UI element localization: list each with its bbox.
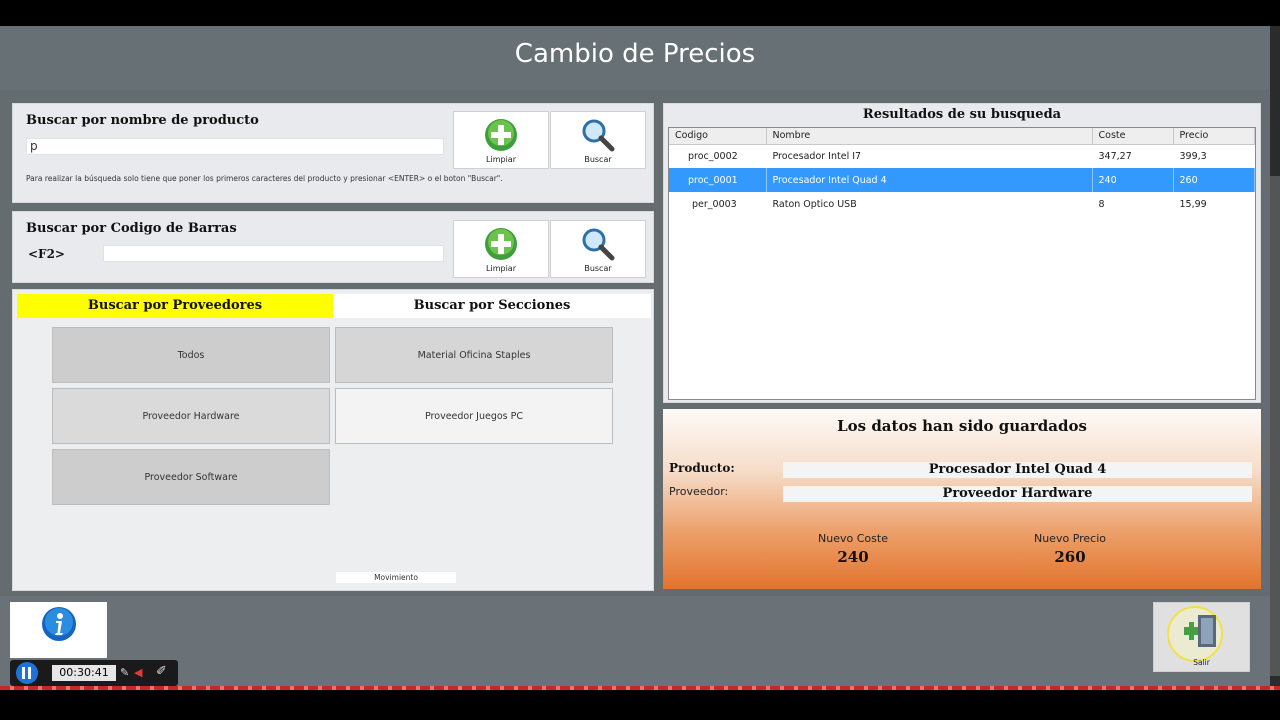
supplier-staples[interactable]: Material Oficina Staples xyxy=(335,327,613,383)
plus-icon xyxy=(485,119,517,151)
proveedor-value: Proveedor Hardware xyxy=(783,486,1252,502)
cell-nombre: Procesador Intel I7 xyxy=(772,150,862,162)
app-window: Cambio de Precios Buscar por nombre de p… xyxy=(0,26,1280,688)
col-nombre[interactable]: Nombre xyxy=(766,128,1093,145)
nuevo-precio-label: Nuevo Precio xyxy=(1033,532,1107,545)
clear-name-label: Limpiar xyxy=(486,155,516,164)
exit-button[interactable]: Salir xyxy=(1153,602,1250,672)
col-codigo[interactable]: Codigo xyxy=(669,128,767,145)
search-barcode-button[interactable]: Buscar xyxy=(550,220,646,278)
magnifier-icon xyxy=(582,119,615,152)
table-row[interactable]: per_0003 Raton Optico USB 8 15,99 xyxy=(669,192,1255,216)
supplier-hardware[interactable]: Proveedor Hardware xyxy=(52,388,330,444)
cell-coste: 347,27 xyxy=(1098,150,1132,162)
search-name-label: Buscar por nombre de producto xyxy=(26,113,259,128)
tab-secciones[interactable]: Buscar por Secciones xyxy=(333,294,651,318)
search-name-button[interactable]: Buscar xyxy=(550,111,646,169)
supplier-juegos[interactable]: Proveedor Juegos PC xyxy=(335,388,613,444)
plus-icon xyxy=(485,228,517,260)
search-barcode-panel: Buscar por Codigo de Barras <F2> Limpiar… xyxy=(12,211,654,283)
cell-codigo: proc_0002 xyxy=(688,150,738,162)
clear-barcode-label: Limpiar xyxy=(486,264,516,273)
results-title: Resultados de su busqueda xyxy=(862,107,1062,122)
tab-proveedores[interactable]: Buscar por Proveedores xyxy=(17,294,333,318)
cell-coste: 240 xyxy=(1092,168,1174,192)
nuevo-coste-value: 240 xyxy=(837,548,869,566)
speaker-mute-icon[interactable]: ◀ xyxy=(134,666,148,680)
nuevo-precio-value: 260 xyxy=(1054,548,1086,566)
screen: Cambio de Precios Buscar por nombre de p… xyxy=(0,0,1280,720)
magnifier-icon xyxy=(582,228,615,261)
filter-panel: Buscar por Proveedores Buscar por Seccio… xyxy=(12,289,654,591)
cell-precio: 260 xyxy=(1173,168,1255,192)
producto-value: Procesador Intel Quad 4 xyxy=(783,462,1252,478)
barcode-input[interactable] xyxy=(103,245,444,262)
title-bar: Cambio de Precios xyxy=(0,26,1270,90)
supplier-todos[interactable]: Todos xyxy=(52,327,330,383)
proveedor-label: Proveedor: xyxy=(669,485,729,498)
record-time: 00:30:41 xyxy=(52,665,116,681)
cell-precio: 399,3 xyxy=(1179,150,1207,162)
results-header-row: Codigo Nombre Coste Precio xyxy=(669,128,1255,145)
pause-icon xyxy=(22,667,25,679)
scrollbar-thumb[interactable] xyxy=(1270,176,1280,676)
nuevo-coste-label: Nuevo Coste xyxy=(818,532,888,545)
door-exit-icon xyxy=(1184,615,1216,647)
cell-coste: 8 xyxy=(1098,198,1105,210)
search-name-hint: Para realizar la búsqueda solo tiene que… xyxy=(26,174,503,183)
search-name-input[interactable]: p xyxy=(26,138,444,155)
app-title: Cambio de Precios xyxy=(514,39,756,69)
col-coste[interactable]: Coste xyxy=(1092,128,1174,145)
clear-name-button[interactable]: Limpiar xyxy=(453,111,549,169)
cell-nombre: Raton Optico USB xyxy=(772,198,857,210)
search-name-button-label: Buscar xyxy=(584,155,612,164)
results-panel: Resultados de su busqueda Codigo Nombre … xyxy=(663,103,1261,403)
supplier-software[interactable]: Proveedor Software xyxy=(52,449,330,505)
search-name-panel: Buscar por nombre de producto p Para rea… xyxy=(12,103,654,203)
results-table-frame: Codigo Nombre Coste Precio proc_0002 Pro… xyxy=(668,127,1256,400)
cell-precio: 15,99 xyxy=(1179,198,1207,210)
movement-label: Movimiento xyxy=(336,572,456,583)
pause-button[interactable] xyxy=(16,662,38,684)
col-precio[interactable]: Precio xyxy=(1173,128,1255,145)
barcode-shortcut: <F2> xyxy=(28,247,65,261)
clear-barcode-button[interactable]: Limpiar xyxy=(453,220,549,278)
table-row[interactable]: proc_0002 Procesador Intel I7 347,27 399… xyxy=(669,144,1255,168)
scrollbar[interactable] xyxy=(1270,26,1280,688)
producto-label: Producto: xyxy=(669,461,735,475)
recorder-toolbar: 00:30:41 ✎ ◀ ✐ xyxy=(10,660,178,686)
saved-panel: Los datos han sido guardados Producto: P… xyxy=(663,409,1261,589)
cell-codigo: per_0003 xyxy=(692,198,737,210)
results-table: Codigo Nombre Coste Precio proc_0002 Pro… xyxy=(669,128,1255,216)
cell-codigo: proc_0001 xyxy=(669,168,767,192)
cell-nombre: Procesador Intel Quad 4 xyxy=(766,168,1093,192)
mic-icon[interactable]: ✎ xyxy=(120,666,130,680)
saved-message: Los datos han sido guardados xyxy=(837,417,1087,435)
info-button[interactable] xyxy=(10,602,107,658)
search-barcode-button-label: Buscar xyxy=(584,264,612,273)
info-icon xyxy=(42,607,76,641)
bottom-bar: Salir xyxy=(0,596,1270,688)
table-row-selected[interactable]: proc_0001 Procesador Intel Quad 4 240 26… xyxy=(669,168,1255,192)
pen-icon[interactable]: ✐ xyxy=(156,664,170,680)
exit-label: Salir xyxy=(1193,658,1210,667)
search-barcode-label: Buscar por Codigo de Barras xyxy=(26,221,237,236)
progress-track xyxy=(0,686,1280,690)
